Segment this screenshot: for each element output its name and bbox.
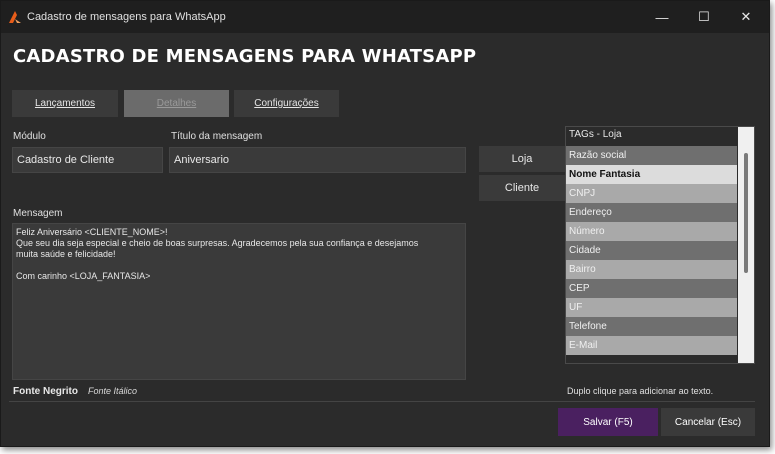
modulo-label: Módulo: [13, 131, 46, 142]
tag-item[interactable]: Cidade: [566, 241, 737, 260]
close-button[interactable]: ✕: [725, 1, 767, 33]
tags-scrollbar[interactable]: [738, 127, 754, 363]
cancel-button[interactable]: Cancelar (Esc): [661, 408, 755, 436]
mensagem-label: Mensagem: [13, 208, 63, 219]
mensagem-line: muita saúde e felicidade!: [16, 249, 116, 259]
app-logo-icon: [9, 11, 21, 23]
tags-header: TAGs - Loja: [569, 129, 622, 140]
titulo-label: Título da mensagem: [171, 131, 263, 142]
tag-item[interactable]: CNPJ: [566, 184, 737, 203]
tag-item[interactable]: Endereço: [566, 203, 737, 222]
tab-detalhes[interactable]: Detalhes: [124, 90, 229, 117]
app-window: Cadastro de mensagens para WhatsApp — ☐ …: [0, 0, 770, 447]
tag-item[interactable]: UF: [566, 298, 737, 317]
tag-item[interactable]: CEP: [566, 279, 737, 298]
tag-item[interactable]: Telefone: [566, 317, 737, 336]
title-bar: Cadastro de mensagens para WhatsApp — ☐ …: [1, 1, 769, 33]
font-bold-option[interactable]: Fonte Negrito: [13, 386, 78, 397]
page-title: CADASTRO DE MENSAGENS PARA WHATSAPP: [13, 46, 477, 67]
tags-hint: Duplo clique para adicionar ao texto.: [567, 386, 714, 396]
window-title: Cadastro de mensagens para WhatsApp: [27, 11, 226, 23]
loja-button[interactable]: Loja: [479, 146, 565, 172]
tag-item[interactable]: Nome Fantasia: [566, 165, 737, 184]
mensagem-line: [16, 260, 462, 271]
mensagem-line: Que seu dia seja especial e cheio de boa…: [16, 238, 419, 248]
mensagem-textarea[interactable]: Feliz Aniversário <CLIENTE_NOME>! Que se…: [12, 223, 466, 380]
tag-item[interactable]: Razão social: [566, 146, 737, 165]
tab-configuracoes[interactable]: Configurações: [234, 90, 339, 117]
tab-lancamentos[interactable]: Lançamentos: [12, 90, 118, 117]
tags-list[interactable]: TAGs - Loja Razão social Nome Fantasia C…: [565, 126, 755, 364]
font-italic-option[interactable]: Fonte Itálico: [88, 386, 137, 396]
footer-divider: [9, 401, 755, 402]
tag-item[interactable]: Número: [566, 222, 737, 241]
titulo-input[interactable]: Aniversario: [169, 147, 466, 173]
mensagem-line: Com carinho <LOJA_FANTASIA>: [16, 271, 151, 281]
mensagem-line: Feliz Aniversário <CLIENTE_NOME>!: [16, 227, 168, 237]
tag-item[interactable]: E-Mail: [566, 336, 737, 355]
modulo-field[interactable]: Cadastro de Cliente: [12, 147, 163, 173]
modulo-value: Cadastro de Cliente: [17, 154, 115, 166]
save-button[interactable]: Salvar (F5): [558, 408, 658, 436]
titulo-value: Aniversario: [174, 154, 230, 166]
tags-scrollbar-thumb[interactable]: [744, 153, 748, 273]
tag-item[interactable]: Bairro: [566, 260, 737, 279]
cliente-button[interactable]: Cliente: [479, 175, 565, 201]
maximize-button[interactable]: ☐: [683, 1, 725, 33]
minimize-button[interactable]: —: [641, 1, 683, 33]
